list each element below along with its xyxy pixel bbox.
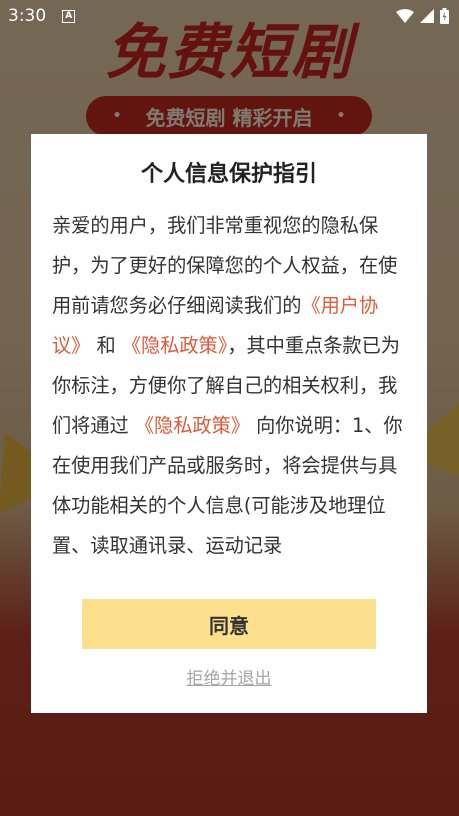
dialog-body: 亲爱的用户，我们非常重视您的隐私保护，为了更好的保障您的个人权益，在使用前请您务… <box>52 206 408 566</box>
signal-icon <box>420 9 434 23</box>
agree-button[interactable]: 同意 <box>82 599 376 649</box>
notification-icon: A <box>62 9 76 23</box>
privacy-dialog: 个人信息保护指引 亲爱的用户，我们非常重视您的隐私保护，为了更好的保障您的个人权… <box>31 134 427 713</box>
status-bar: 3:30 A <box>0 0 459 32</box>
privacy-policy-link-1[interactable]: 《隐私政策》 <box>122 334 228 357</box>
status-time: 3:30 <box>8 6 47 26</box>
body-text-and: 和 <box>96 334 116 357</box>
status-icons <box>396 8 449 24</box>
dialog-title: 个人信息保护指引 <box>140 162 317 187</box>
wifi-icon <box>396 9 414 23</box>
battery-icon <box>440 8 449 24</box>
refuse-exit-link[interactable]: 拒绝并退出 <box>31 664 427 689</box>
privacy-policy-link-2[interactable]: 《隐私政策》 <box>135 414 250 437</box>
